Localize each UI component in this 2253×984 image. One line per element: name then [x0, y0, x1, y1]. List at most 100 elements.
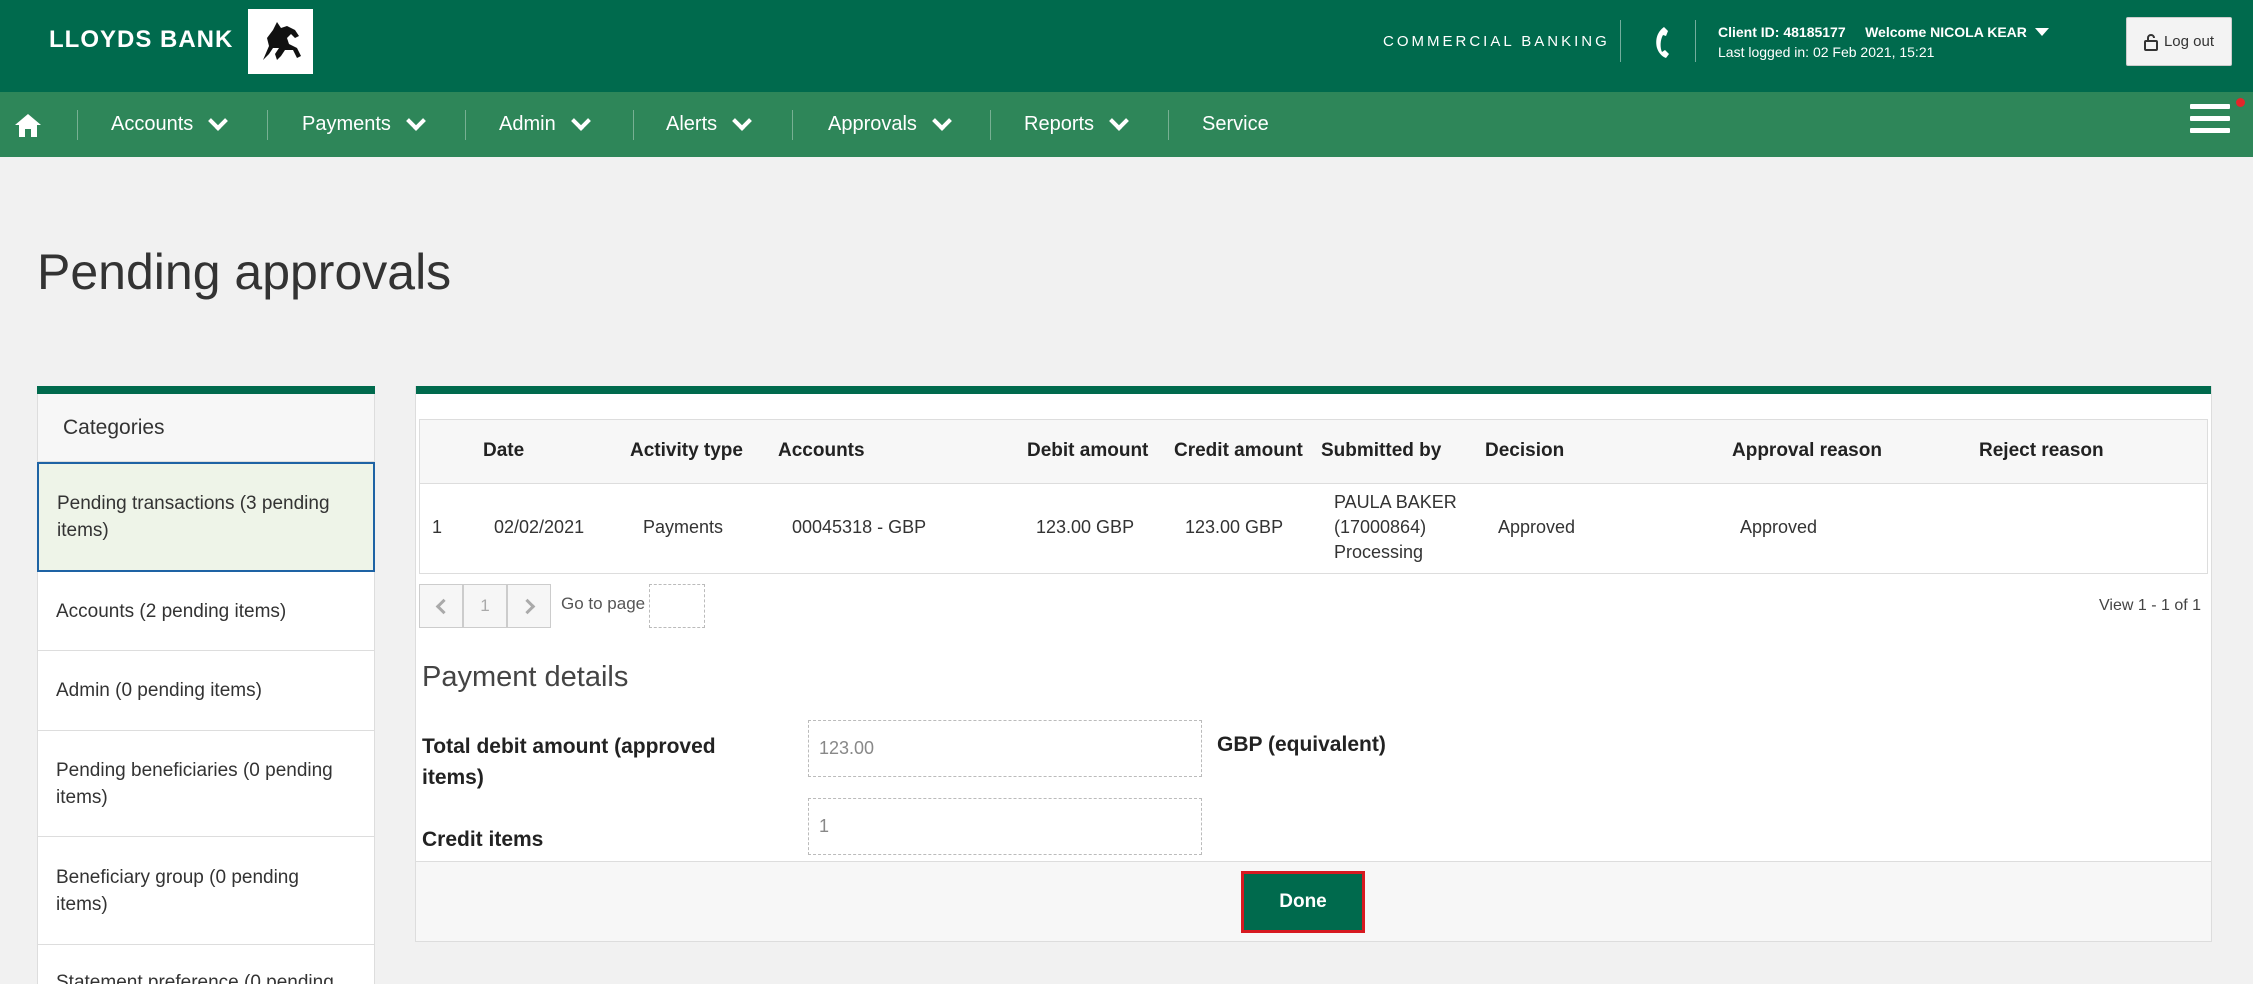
total-debit-field[interactable]: 123.00: [808, 720, 1202, 777]
nav-item-admin[interactable]: Admin: [499, 92, 591, 157]
cell-submitted-by: PAULA BAKER (17000864) Processing: [1334, 490, 1457, 565]
nav-item-service[interactable]: Service: [1202, 92, 1269, 157]
credit-items-label: Credit items: [422, 828, 544, 851]
nav-item-alerts[interactable]: Alerts: [666, 92, 753, 157]
sidebar-item-label: Statement preference (0 pending: [56, 972, 334, 984]
sidebar-item-statement-preference[interactable]: Statement preference (0 pending: [37, 945, 375, 984]
nav-divider: [633, 110, 634, 140]
go-to-page-input[interactable]: [649, 584, 705, 628]
sidebar-item-label: Accounts (2 pending items): [56, 600, 287, 622]
cell-credit-amount: 123.00 GBP: [1185, 517, 1284, 537]
page-title: Pending approvals: [37, 244, 452, 300]
chevron-down-icon[interactable]: [2034, 28, 2049, 36]
cell-date: 02/02/2021: [494, 517, 585, 537]
nav-label: Admin: [499, 113, 556, 135]
header-divider: [1695, 20, 1696, 62]
sidebar-item-accounts[interactable]: Accounts (2 pending items): [37, 572, 375, 651]
column-header-date[interactable]: Date: [483, 440, 524, 462]
chevron-down-icon: [208, 110, 229, 131]
page-number[interactable]: 1: [463, 584, 507, 628]
nav-label: Service: [1202, 113, 1269, 135]
nav-divider: [465, 110, 466, 140]
column-header-approval-reason[interactable]: Approval reason: [1732, 440, 1882, 462]
nav-divider: [990, 110, 991, 140]
nav-item-accounts[interactable]: Accounts: [111, 92, 229, 157]
chevron-down-icon: [406, 110, 426, 131]
panel-accent-bar: [416, 386, 2211, 394]
nav-item-payments[interactable]: Payments: [302, 92, 426, 157]
client-info: Client ID: 48185177 Welcome NICOLA KEAR …: [1718, 22, 2049, 62]
prev-page-button[interactable]: [419, 584, 463, 628]
submitter-id: (17000864): [1334, 517, 1427, 537]
payment-details-title: Payment details: [422, 661, 629, 693]
home-icon[interactable]: [14, 112, 42, 138]
nav-label: Payments: [302, 113, 391, 135]
welcome-user-menu[interactable]: Welcome NICOLA KEAR: [1865, 24, 2027, 40]
total-debit-label: Total debit amount (approved items): [422, 735, 716, 789]
submitter-name: PAULA BAKER: [1334, 492, 1457, 512]
hamburger-menu-icon[interactable]: [2190, 104, 2230, 138]
cell-debit-amount: 123.00 GBP: [1036, 517, 1135, 537]
column-header-credit-amount[interactable]: Credit amount: [1174, 440, 1303, 462]
nav-divider: [792, 110, 793, 140]
submission-status: Processing: [1334, 542, 1424, 562]
column-header-accounts[interactable]: Accounts: [778, 440, 865, 462]
cell-approval-reason: Approved: [1740, 517, 1818, 537]
horse-icon: [262, 21, 301, 60]
go-to-page-label: Go to page: [561, 594, 646, 613]
categories-heading: Categories: [37, 394, 375, 462]
sidebar-item-label: Pending beneficiaries (0 pending items): [56, 759, 333, 808]
last-logged-in: Last logged in: 02 Feb 2021, 15:21: [1718, 44, 1935, 60]
credit-items-field[interactable]: 1: [808, 798, 1202, 855]
approvals-panel: Date Activity type Accounts Debit amount…: [415, 386, 2212, 942]
sidebar-item-pending-beneficiaries[interactable]: Pending beneficiaries (0 pending items): [37, 731, 375, 837]
padlock-icon: [2143, 33, 2158, 51]
column-header-reject-reason[interactable]: Reject reason: [1979, 440, 2104, 462]
lloyds-horse-logo[interactable]: [248, 9, 313, 74]
nav-divider: [1168, 110, 1169, 140]
nav-item-reports[interactable]: Reports: [1024, 92, 1129, 157]
chevron-right-icon: [519, 598, 535, 614]
cell-account: 00045318 - GBP: [792, 517, 927, 537]
header-divider: [1620, 20, 1621, 62]
sidebar-item-pending-transactions[interactable]: Pending transactions (3 pending items): [37, 462, 375, 572]
table-header-row: Date Activity type Accounts Debit amount…: [420, 420, 2207, 484]
sidebar-accent-bar: [37, 386, 375, 394]
chevron-down-icon: [1109, 110, 1129, 131]
top-header: LLOYDS BANK COMMERCIAL BANKING Client ID…: [0, 0, 2253, 92]
chevron-down-icon: [570, 110, 591, 131]
brand-name[interactable]: LLOYDS BANK: [49, 26, 233, 54]
chevron-down-icon: [732, 110, 753, 131]
logout-button[interactable]: Log out: [2126, 17, 2232, 66]
chevron-down-icon: [932, 110, 952, 131]
nav-divider: [77, 110, 78, 140]
sidebar-item-beneficiary-group[interactable]: Beneficiary group (0 pending items): [37, 837, 375, 945]
categories-sidebar: Categories Pending transactions (3 pendi…: [37, 386, 375, 984]
row-index: 1: [432, 517, 443, 537]
main-nav: Accounts Payments Admin Alerts Approvals…: [0, 92, 2253, 157]
commercial-banking-label: COMMERCIAL BANKING: [1383, 33, 1610, 50]
nav-label: Approvals: [828, 113, 917, 135]
chevron-left-icon: [435, 598, 451, 614]
sidebar-item-admin[interactable]: Admin (0 pending items): [37, 651, 375, 731]
view-count: View 1 - 1 of 1: [2099, 597, 2201, 614]
cell-activity-type: Payments: [643, 517, 724, 537]
phone-icon[interactable]: [1647, 24, 1677, 60]
column-header-debit-amount[interactable]: Debit amount: [1027, 440, 1148, 462]
column-header-submitted-by[interactable]: Submitted by: [1321, 440, 1441, 462]
nav-divider: [267, 110, 268, 140]
sidebar-item-label: Pending transactions (3 pending items): [57, 493, 330, 541]
cell-decision: Approved: [1498, 517, 1576, 537]
done-button[interactable]: Done: [1241, 871, 1365, 933]
transactions-table: Date Activity type Accounts Debit amount…: [419, 419, 2208, 574]
nav-label: Alerts: [666, 113, 718, 135]
column-header-decision[interactable]: Decision: [1485, 440, 1564, 462]
logout-label: Log out: [2163, 33, 2215, 50]
nav-label: Accounts: [111, 113, 194, 135]
nav-item-approvals[interactable]: Approvals: [828, 92, 952, 157]
nav-label: Reports: [1024, 113, 1095, 135]
column-header-activity-type[interactable]: Activity type: [630, 440, 743, 462]
next-page-button[interactable]: [507, 584, 551, 628]
client-id: Client ID: 48185177: [1718, 24, 1846, 40]
notification-dot: [2236, 98, 2245, 107]
